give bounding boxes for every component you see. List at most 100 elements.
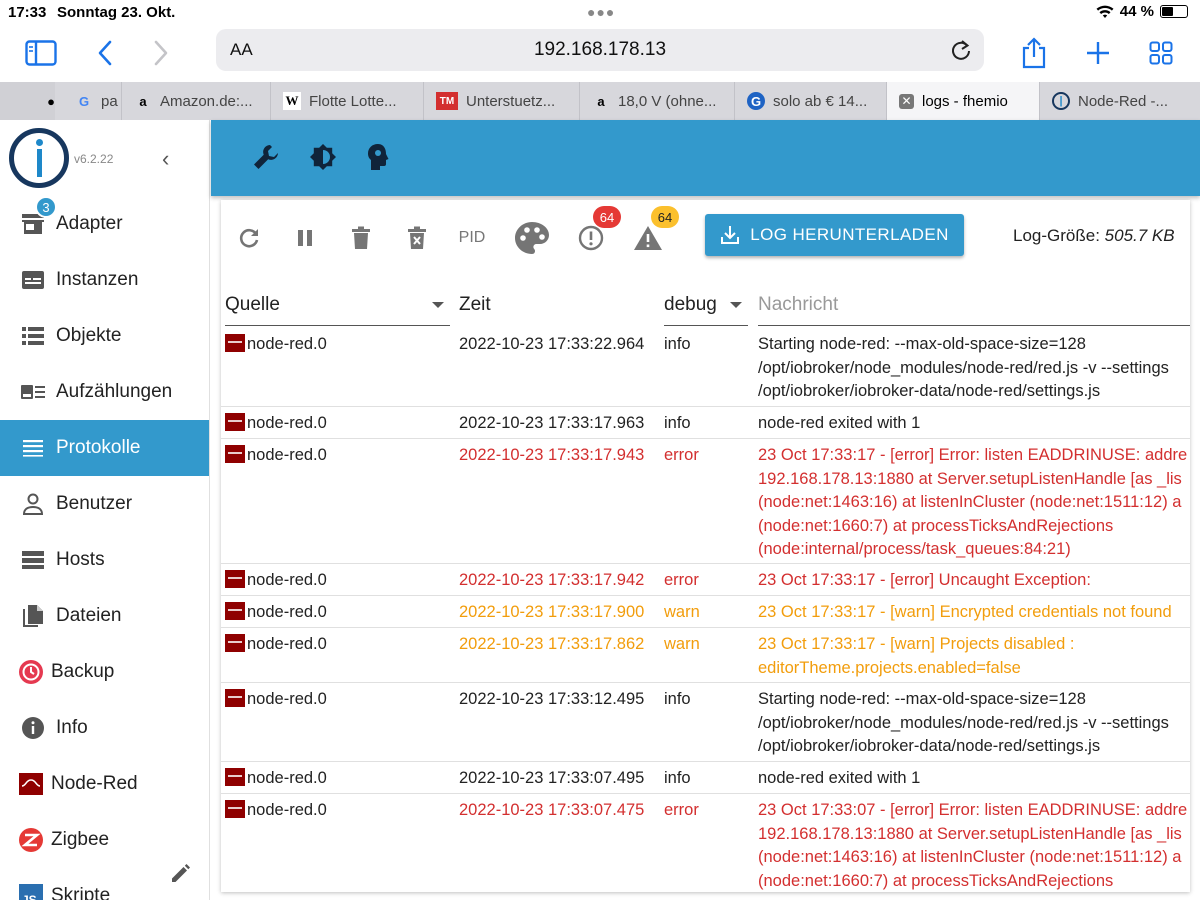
sidebar-item-aufzaehlungen[interactable]: Aufzählungen xyxy=(0,364,209,420)
share-icon[interactable] xyxy=(1017,36,1051,70)
time-header: Zeit xyxy=(459,294,491,315)
brightness-icon[interactable] xyxy=(308,142,338,172)
sidebar-item-objekte[interactable]: Objekte xyxy=(0,308,209,364)
log-size: Log-Größe: 505.7 KB xyxy=(1013,226,1175,245)
log-size-value: 505.7 KB xyxy=(1104,226,1175,245)
log-level: info xyxy=(664,414,691,432)
svg-text:JS: JS xyxy=(22,893,37,900)
warning-icon xyxy=(634,226,662,250)
delete-icon[interactable] xyxy=(347,220,375,256)
delete-log-file-icon[interactable] xyxy=(403,220,431,256)
table-header: Quelle Zeit debug Nachricht xyxy=(221,288,1190,326)
files-icon xyxy=(20,603,46,629)
reload-icon[interactable] xyxy=(950,38,972,62)
sidebar-item-protokolle[interactable]: Protokolle xyxy=(0,420,209,476)
table-row: node-red.0 2022-10-23 17:33:22.964 info Sta… xyxy=(221,328,1190,407)
sidebar-item-benutzer[interactable]: Benutzer xyxy=(0,476,209,532)
log-message: Starting node-red: --max-old-space-size=… xyxy=(758,690,1169,755)
level-filter-select[interactable]: debug xyxy=(664,288,748,326)
adapter-update-badge: 3 xyxy=(35,196,57,218)
log-message: 23 Oct 17:33:17 - [error] Uncaught Excep… xyxy=(758,571,1091,589)
back-icon[interactable] xyxy=(88,36,122,70)
log-time: 2022-10-23 17:33:22.964 xyxy=(459,335,645,353)
url-text[interactable]: 192.168.178.13 xyxy=(216,39,984,61)
sidebar-item-dateien[interactable]: Dateien xyxy=(0,588,209,644)
sidebar-item-instanzen[interactable]: Instanzen xyxy=(0,252,209,308)
sidebar-item-info[interactable]: Info xyxy=(0,700,209,756)
address-bar[interactable]: AA 192.168.178.13 xyxy=(216,29,984,71)
log-time: 2022-10-23 17:33:17.900 xyxy=(459,603,645,621)
table-row: node-red.0 2022-10-23 17:33:17.900 warn 23 … xyxy=(221,596,1190,628)
warning-filter-button[interactable]: 64 xyxy=(631,206,679,256)
browser-tab-wikipedia[interactable]: W Flotte Lotte... xyxy=(271,82,424,120)
edit-icon[interactable] xyxy=(170,862,192,884)
g-icon: G xyxy=(747,92,765,110)
wrench-icon[interactable] xyxy=(251,142,281,172)
list-icon xyxy=(20,323,46,349)
table-row: node-red.0 2022-10-23 17:33:17.943 error 23… xyxy=(221,439,1190,564)
browser-tab-amazon[interactable]: a Amazon.de:... xyxy=(122,82,271,120)
tab-overview-icon[interactable] xyxy=(1144,36,1178,70)
node-red-icon xyxy=(225,334,245,352)
multitasking-dots-icon[interactable]: ●●● xyxy=(587,4,615,20)
table-row: node-red.0 2022-10-23 17:33:17.942 error 23… xyxy=(221,564,1190,596)
enum-icon xyxy=(20,379,46,405)
browser-tab-strip: ● G pa a Amazon.de:... W Flotte Lotte...… xyxy=(0,82,1200,120)
message-filter-input[interactable]: Nachricht xyxy=(758,288,1190,326)
log-time: 2022-10-23 17:33:17.942 xyxy=(459,571,645,589)
iobroker-icon: | xyxy=(1052,92,1070,110)
browser-tab-hidden[interactable]: ● xyxy=(0,82,55,120)
log-time: 2022-10-23 17:33:17.963 xyxy=(459,414,645,432)
date: Sonntag 23. Okt. xyxy=(57,4,176,21)
log-time: 2022-10-23 17:33:07.495 xyxy=(459,769,645,787)
log-source: node-red.0 xyxy=(225,633,327,657)
close-icon[interactable]: ✕ xyxy=(899,93,914,109)
sidebar-item-node-red[interactable]: Node-Red xyxy=(0,756,209,812)
log-message: 23 Oct 17:33:17 - [warn] Encrypted crede… xyxy=(758,603,1172,621)
sidebar-item-zigbee[interactable]: Zigbee xyxy=(0,812,209,868)
download-log-button[interactable]: LOG HERUNTERLADEN xyxy=(705,214,964,256)
browser-tab-unterstuetz[interactable]: TM Unterstuetz... xyxy=(424,82,580,120)
log-source: node-red.0 xyxy=(225,688,327,712)
battery-percent: 44 % xyxy=(1119,3,1154,20)
refresh-icon[interactable] xyxy=(235,220,263,256)
log-time: 2022-10-23 17:33:12.495 xyxy=(459,690,645,708)
browser-tab-google[interactable]: G pa xyxy=(55,82,122,120)
browser-tab-solo[interactable]: G solo ab € 14... xyxy=(735,82,887,120)
node-red-icon xyxy=(18,771,44,797)
log-source: node-red.0 xyxy=(225,799,327,823)
palette-icon[interactable] xyxy=(513,220,551,256)
collapse-sidebar-icon[interactable]: ‹ xyxy=(162,146,169,172)
log-message: 23 Oct 17:33:17 - [warn] Projects disabl… xyxy=(758,635,1075,677)
info-icon xyxy=(20,715,46,741)
browser-tab-logs[interactable]: ✕ logs - fhemio xyxy=(887,82,1040,120)
sidebar-item-adapter[interactable]: Adapter xyxy=(0,196,209,252)
iobroker-logo[interactable] xyxy=(9,128,69,188)
browser-tab-node-red[interactable]: | Node-Red -... xyxy=(1040,82,1200,120)
log-message: node-red exited with 1 xyxy=(758,414,921,432)
source-filter-select[interactable]: Quelle xyxy=(225,288,450,326)
forward-icon[interactable] xyxy=(144,36,178,70)
pid-toggle[interactable]: PID xyxy=(457,220,487,256)
error-filter-button[interactable]: 64 xyxy=(577,206,621,256)
expert-mode-icon[interactable] xyxy=(363,142,393,172)
scripts-icon: JS xyxy=(18,883,44,900)
menu-icon xyxy=(20,435,46,461)
browser-tab-amazon-2[interactable]: a 18,0 V (ohne... xyxy=(580,82,735,120)
log-level: warn xyxy=(664,635,700,653)
app-header xyxy=(211,120,1200,196)
sidebar-toggle-icon[interactable] xyxy=(24,36,58,70)
node-red-icon xyxy=(225,413,245,431)
new-tab-icon[interactable] xyxy=(1081,36,1115,70)
hosts-icon xyxy=(20,547,46,573)
sidebar-item-hosts[interactable]: Hosts xyxy=(0,532,209,588)
log-level: info xyxy=(664,769,691,787)
dropdown-arrow-icon xyxy=(730,302,742,308)
log-time: 2022-10-23 17:33:17.943 xyxy=(459,446,645,464)
log-message: node-red exited with 1 xyxy=(758,769,921,787)
sidebar-item-backup[interactable]: Backup xyxy=(0,644,209,700)
table-row: node-red.0 2022-10-23 17:33:12.495 info Sta… xyxy=(221,683,1190,762)
table-row: node-red.0 2022-10-23 17:33:17.862 warn 23 … xyxy=(221,628,1190,683)
pause-icon[interactable] xyxy=(291,220,319,256)
log-level: info xyxy=(664,690,691,708)
